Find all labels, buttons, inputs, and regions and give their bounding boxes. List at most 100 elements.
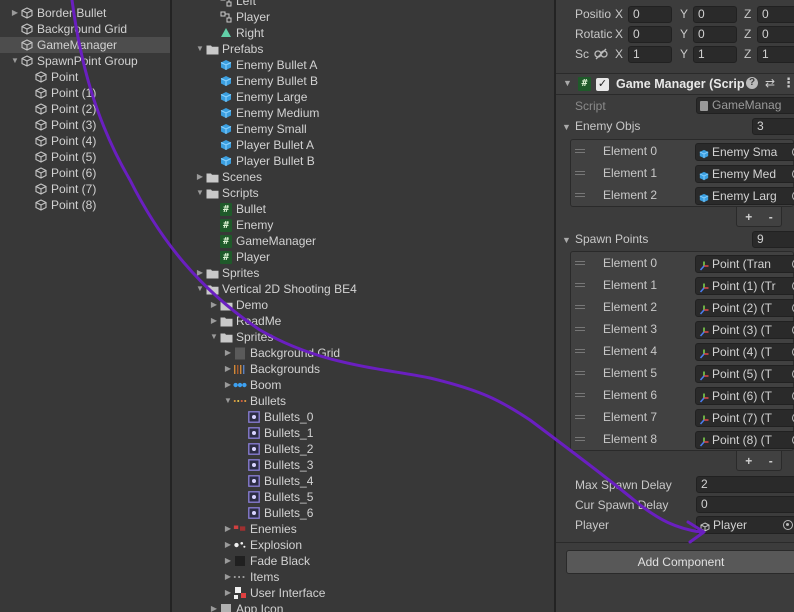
max-spawn-delay-field[interactable]: 2 bbox=[696, 476, 794, 493]
enemy-objs-element-row[interactable]: Element 2 Enemy Larg bbox=[571, 185, 794, 207]
project-item-demo[interactable]: ▶ Demo bbox=[172, 297, 554, 313]
hierarchy-item-point[interactable]: Point bbox=[0, 69, 170, 85]
axis-label-z[interactable]: Z bbox=[744, 47, 751, 61]
drag-handle-icon[interactable] bbox=[575, 393, 585, 397]
collapsed-arrow-icon[interactable]: ▶ bbox=[223, 345, 233, 361]
expanded-arrow-icon[interactable]: ▼ bbox=[195, 185, 205, 201]
drag-handle-icon[interactable] bbox=[575, 327, 585, 331]
project-item-bullets-3[interactable]: Bullets_3 bbox=[172, 457, 554, 473]
spawn-points-element-row[interactable]: Element 4 Point (4) (T bbox=[571, 341, 794, 363]
collapsed-arrow-icon[interactable]: ▶ bbox=[209, 601, 219, 612]
hierarchy-item-point-5[interactable]: Point (5) bbox=[0, 149, 170, 165]
expanded-arrow-icon[interactable]: ▼ bbox=[209, 329, 219, 345]
spawn-points-element-row[interactable]: Element 6 Point (6) (T bbox=[571, 385, 794, 407]
project-item-bullets-1[interactable]: Bullets_1 bbox=[172, 425, 554, 441]
axis-label-y[interactable]: Y bbox=[680, 7, 688, 21]
project-item-sprites[interactable]: ▼ Sprites bbox=[172, 329, 554, 345]
collapsed-arrow-icon[interactable]: ▶ bbox=[209, 313, 219, 329]
element-object-field[interactable]: Point (1) (Tr bbox=[695, 277, 794, 295]
player-field[interactable]: Player bbox=[696, 516, 794, 534]
hierarchy-item-point-7[interactable]: Point (7) bbox=[0, 181, 170, 197]
remove-element-button[interactable]: - bbox=[769, 454, 773, 468]
hierarchy-item-point-2[interactable]: Point (2) bbox=[0, 101, 170, 117]
axis-label-y[interactable]: Y bbox=[680, 47, 688, 61]
drag-handle-icon[interactable] bbox=[575, 171, 585, 175]
help-icon[interactable]: ? bbox=[746, 77, 758, 89]
hierarchy-item-border-bullet[interactable]: ▶ Border Bullet bbox=[0, 5, 170, 21]
spawn-points-element-row[interactable]: Element 3 Point (3) (T bbox=[571, 319, 794, 341]
foldout-arrow-icon[interactable]: ▼ bbox=[562, 122, 571, 132]
element-object-field[interactable]: Enemy Med bbox=[695, 165, 794, 183]
drag-handle-icon[interactable] bbox=[575, 437, 585, 441]
object-picker-icon[interactable] bbox=[783, 520, 793, 530]
cur-spawn-delay-field[interactable]: 0 bbox=[696, 496, 794, 513]
project-item-readme[interactable]: ▶ ReadMe bbox=[172, 313, 554, 329]
expanded-arrow-icon[interactable]: ▼ bbox=[223, 393, 233, 409]
position-z-field[interactable]: 0 bbox=[757, 6, 794, 23]
project-item-bullets-6[interactable]: Bullets_6 bbox=[172, 505, 554, 521]
element-object-field[interactable]: Point (8) (T bbox=[695, 431, 794, 449]
axis-label-x[interactable]: X bbox=[615, 7, 623, 21]
project-item-enemies[interactable]: ▶ Enemies bbox=[172, 521, 554, 537]
element-object-field[interactable]: Point (7) (T bbox=[695, 409, 794, 427]
element-object-field[interactable]: Point (6) (T bbox=[695, 387, 794, 405]
spawn-points-element-row[interactable]: Element 5 Point (5) (T bbox=[571, 363, 794, 385]
add-component-button[interactable]: Add Component bbox=[566, 550, 794, 574]
project-item-right[interactable]: Right bbox=[172, 25, 554, 41]
drag-handle-icon[interactable] bbox=[575, 261, 585, 265]
scale-z-field[interactable]: 1 bbox=[757, 46, 794, 63]
spawn-points-size-field[interactable]: 9 bbox=[752, 231, 794, 248]
project-item-fade-black[interactable]: ▶ Fade Black bbox=[172, 553, 554, 569]
drag-handle-icon[interactable] bbox=[575, 283, 585, 287]
more-menu-icon[interactable]: ⋮ bbox=[782, 75, 794, 91]
component-header[interactable]: ▼ # ✓ Game Manager (Scrip ? ⇄ ⋮ bbox=[556, 73, 794, 95]
element-object-field[interactable]: Point (Tran bbox=[695, 255, 794, 273]
expanded-arrow-icon[interactable]: ▼ bbox=[195, 281, 205, 297]
project-item-bullets[interactable]: ▼ Bullets bbox=[172, 393, 554, 409]
project-item-player[interactable]: Player bbox=[172, 9, 554, 25]
axis-label-y[interactable]: Y bbox=[680, 27, 688, 41]
spawn-points-element-row[interactable]: Element 2 Point (2) (T bbox=[571, 297, 794, 319]
hierarchy-item-point-6[interactable]: Point (6) bbox=[0, 165, 170, 181]
element-object-field[interactable]: Point (3) (T bbox=[695, 321, 794, 339]
project-item-bullets-4[interactable]: Bullets_4 bbox=[172, 473, 554, 489]
rotation-x-field[interactable]: 0 bbox=[628, 26, 672, 43]
drag-handle-icon[interactable] bbox=[575, 415, 585, 419]
drag-handle-icon[interactable] bbox=[575, 149, 585, 153]
project-item-enemy-bullet-b[interactable]: Enemy Bullet B bbox=[172, 73, 554, 89]
drag-handle-icon[interactable] bbox=[575, 349, 585, 353]
hierarchy-item-point-3[interactable]: Point (3) bbox=[0, 117, 170, 133]
project-item-enemy-medium[interactable]: Enemy Medium bbox=[172, 105, 554, 121]
element-object-field[interactable]: Point (5) (T bbox=[695, 365, 794, 383]
project-item-left[interactable]: Left bbox=[172, 0, 554, 9]
foldout-arrow-icon[interactable]: ▼ bbox=[563, 78, 572, 88]
link-scale-icon[interactable] bbox=[594, 48, 608, 60]
project-item-player[interactable]: # Player bbox=[172, 249, 554, 265]
spawn-points-element-row[interactable]: Element 1 Point (1) (Tr bbox=[571, 275, 794, 297]
hierarchy-item-spawnpoint-group[interactable]: ▼ SpawnPoint Group bbox=[0, 53, 170, 69]
project-item-enemy-bullet-a[interactable]: Enemy Bullet A bbox=[172, 57, 554, 73]
hierarchy-item-point-4[interactable]: Point (4) bbox=[0, 133, 170, 149]
hierarchy-item-background-grid[interactable]: Background Grid bbox=[0, 21, 170, 37]
project-item-boom[interactable]: ▶ Boom bbox=[172, 377, 554, 393]
preset-icon[interactable]: ⇄ bbox=[765, 76, 775, 90]
project-item-explosion[interactable]: ▶ Explosion bbox=[172, 537, 554, 553]
project-item-app-icon[interactable]: ▶ App Icon bbox=[172, 601, 554, 612]
element-object-field[interactable]: Enemy Sma bbox=[695, 143, 794, 161]
enabled-checkbox[interactable]: ✓ bbox=[596, 78, 609, 91]
project-item-scripts[interactable]: ▼ Scripts bbox=[172, 185, 554, 201]
collapsed-arrow-icon[interactable]: ▶ bbox=[10, 5, 20, 21]
element-object-field[interactable]: Point (4) (T bbox=[695, 343, 794, 361]
collapsed-arrow-icon[interactable]: ▶ bbox=[223, 569, 233, 585]
collapsed-arrow-icon[interactable]: ▶ bbox=[223, 553, 233, 569]
axis-label-z[interactable]: Z bbox=[744, 7, 751, 21]
foldout-arrow-icon[interactable]: ▼ bbox=[562, 235, 571, 245]
enemy-objs-element-row[interactable]: Element 0 Enemy Sma bbox=[571, 141, 794, 163]
spawn-points-element-row[interactable]: Element 8 Point (8) (T bbox=[571, 429, 794, 451]
drag-handle-icon[interactable] bbox=[575, 193, 585, 197]
project-item-bullet[interactable]: # Bullet bbox=[172, 201, 554, 217]
hierarchy-item-point-1[interactable]: Point (1) bbox=[0, 85, 170, 101]
project-item-enemy-large[interactable]: Enemy Large bbox=[172, 89, 554, 105]
axis-label-x[interactable]: X bbox=[615, 27, 623, 41]
project-item-player-bullet-b[interactable]: Player Bullet B bbox=[172, 153, 554, 169]
